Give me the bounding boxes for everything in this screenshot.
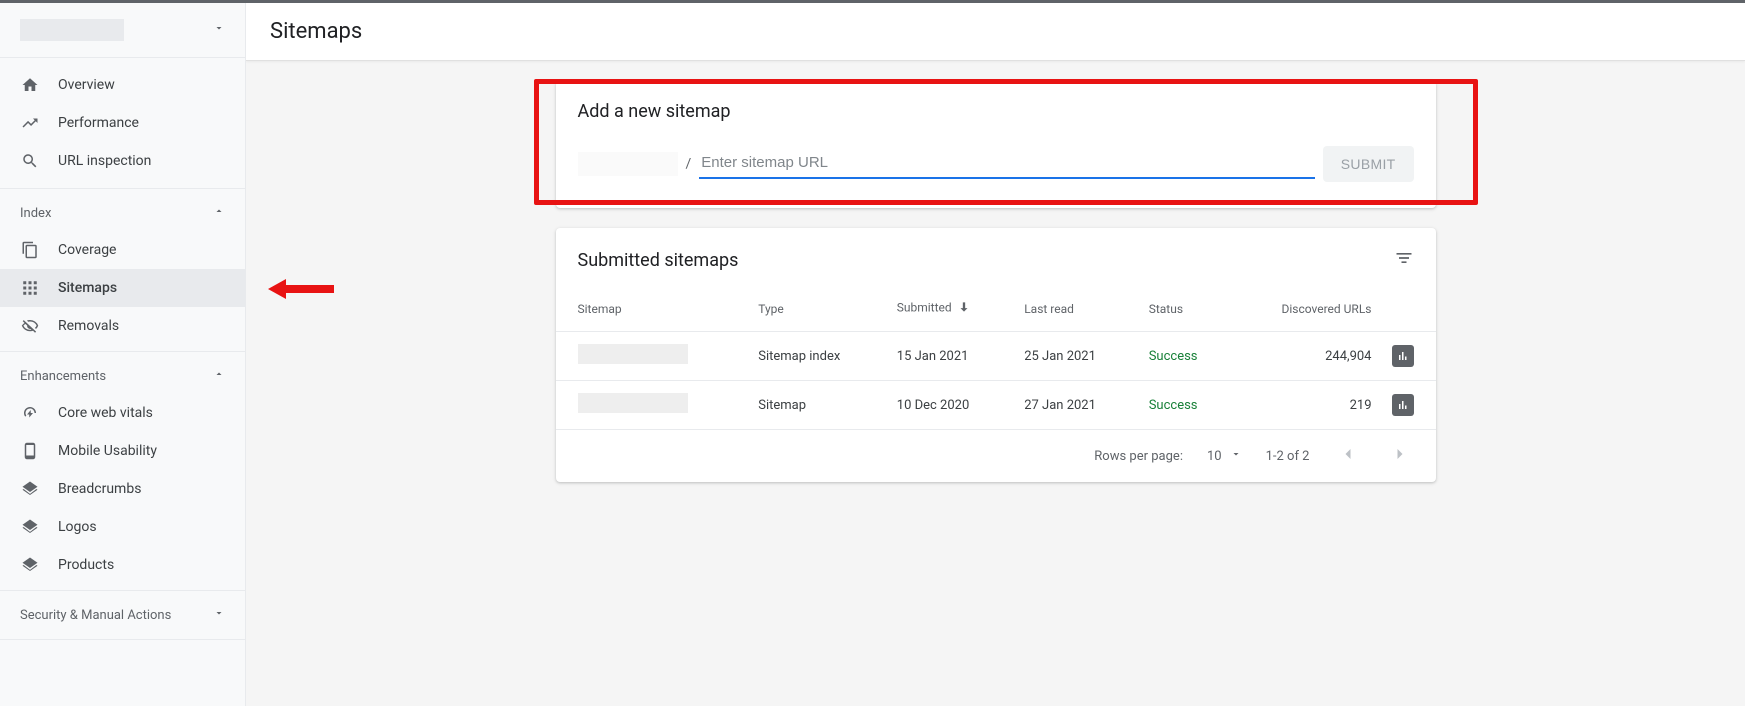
nav-sitemaps[interactable]: Sitemaps xyxy=(0,269,245,307)
domain-prefix-redacted xyxy=(578,152,678,176)
nav-core-web-vitals[interactable]: Core web vitals xyxy=(0,394,245,432)
home-icon xyxy=(20,75,40,95)
mobile-icon xyxy=(20,441,40,461)
nav-mobile-usability[interactable]: Mobile Usability xyxy=(0,432,245,470)
cell-status: Success xyxy=(1139,381,1232,430)
nav-label: Logos xyxy=(58,519,97,535)
cell-type: Sitemap index xyxy=(748,332,887,381)
col-sitemap[interactable]: Sitemap xyxy=(556,286,749,332)
submitted-title: Submitted sitemaps xyxy=(578,250,739,271)
pagination-range: 1-2 of 2 xyxy=(1266,449,1310,464)
next-page-button[interactable] xyxy=(1386,440,1414,472)
rows-per-page-value: 10 xyxy=(1207,449,1222,464)
cell-submitted: 15 Jan 2021 xyxy=(887,332,1014,381)
visibility-off-icon xyxy=(20,316,40,336)
chart-icon[interactable] xyxy=(1392,345,1414,367)
chevron-down-icon xyxy=(213,22,225,38)
col-submitted-label: Submitted xyxy=(897,301,952,315)
sidebar: Overview Performance URL inspection Inde… xyxy=(0,3,246,706)
page-title: Sitemaps xyxy=(270,19,1721,44)
path-separator: / xyxy=(686,156,692,172)
nav-label: Overview xyxy=(58,77,115,93)
cell-last-read: 27 Jan 2021 xyxy=(1014,381,1139,430)
col-type[interactable]: Type xyxy=(748,286,887,332)
cell-discovered: 219 xyxy=(1232,381,1381,430)
nav-label: Breadcrumbs xyxy=(58,481,141,497)
layers-icon xyxy=(20,479,40,499)
nav-removals[interactable]: Removals xyxy=(0,307,245,345)
cell-discovered: 244,904 xyxy=(1232,332,1381,381)
annotation-arrow xyxy=(268,279,334,303)
table-row[interactable]: Sitemap 10 Dec 2020 27 Jan 2021 Success … xyxy=(556,381,1436,430)
nav-products[interactable]: Products xyxy=(0,546,245,584)
rows-per-page-label: Rows per page: xyxy=(1094,449,1183,464)
copy-icon xyxy=(20,240,40,260)
layers-icon xyxy=(20,555,40,575)
layers-icon xyxy=(20,517,40,537)
cell-type: Sitemap xyxy=(748,381,887,430)
property-selector[interactable] xyxy=(0,3,245,58)
cell-submitted: 10 Dec 2020 xyxy=(887,381,1014,430)
nav-coverage[interactable]: Coverage xyxy=(0,231,245,269)
search-icon xyxy=(20,151,40,171)
chevron-down-icon xyxy=(1230,448,1242,464)
col-submitted[interactable]: Submitted xyxy=(887,286,1014,332)
sitemap-name-redacted xyxy=(578,393,688,413)
rows-per-page-select[interactable]: 10 xyxy=(1207,448,1242,464)
page-header: Sitemaps xyxy=(246,3,1745,61)
nav-label: Sitemaps xyxy=(58,280,117,296)
add-sitemap-title: Add a new sitemap xyxy=(578,101,1414,122)
prev-page-button[interactable] xyxy=(1334,440,1362,472)
nav-label: Core web vitals xyxy=(58,405,153,421)
chevron-up-icon xyxy=(213,205,225,221)
nav-label: Coverage xyxy=(58,242,116,258)
cell-last-read: 25 Jan 2021 xyxy=(1014,332,1139,381)
section-title: Enhancements xyxy=(20,369,106,384)
col-last-read[interactable]: Last read xyxy=(1014,286,1139,332)
sitemap-icon xyxy=(20,278,40,298)
chart-icon[interactable] xyxy=(1392,394,1414,416)
submit-button[interactable]: SUBMIT xyxy=(1323,146,1414,182)
nav-label: Mobile Usability xyxy=(58,443,157,459)
sitemap-name-redacted xyxy=(578,344,688,364)
nav-breadcrumbs[interactable]: Breadcrumbs xyxy=(0,470,245,508)
property-name-redacted xyxy=(20,19,124,41)
sitemaps-table: Sitemap Type Submitted Last read Status … xyxy=(556,286,1436,430)
submitted-sitemaps-card: Submitted sitemaps Sitemap Type Submitte… xyxy=(556,228,1436,482)
section-index-header[interactable]: Index xyxy=(0,195,245,231)
col-discovered[interactable]: Discovered URLs xyxy=(1232,286,1381,332)
add-sitemap-card: Add a new sitemap / SUBMIT xyxy=(556,81,1436,208)
section-security-header[interactable]: Security & Manual Actions xyxy=(0,597,245,633)
nav-overview[interactable]: Overview xyxy=(0,66,245,104)
section-enhancements-header[interactable]: Enhancements xyxy=(0,358,245,394)
chevron-up-icon xyxy=(213,368,225,384)
chevron-down-icon xyxy=(213,607,225,623)
nav-logos[interactable]: Logos xyxy=(0,508,245,546)
nav-label: URL inspection xyxy=(58,153,151,169)
nav-performance[interactable]: Performance xyxy=(0,104,245,142)
sort-desc-icon xyxy=(957,303,971,317)
filter-icon[interactable] xyxy=(1394,248,1414,272)
nav-label: Performance xyxy=(58,115,139,131)
main: Sitemaps Add a new sitemap / SUBMIT xyxy=(246,3,1745,706)
table-footer: Rows per page: 10 1-2 of 2 xyxy=(556,430,1436,482)
nav-label: Removals xyxy=(58,318,119,334)
speed-icon xyxy=(20,403,40,423)
trend-icon xyxy=(20,113,40,133)
section-title: Index xyxy=(20,206,51,221)
sitemap-url-input[interactable] xyxy=(699,150,1315,179)
section-title: Security & Manual Actions xyxy=(20,608,171,623)
nav-label: Products xyxy=(58,557,114,573)
nav-url-inspection[interactable]: URL inspection xyxy=(0,142,245,180)
table-row[interactable]: Sitemap index 15 Jan 2021 25 Jan 2021 Su… xyxy=(556,332,1436,381)
col-status[interactable]: Status xyxy=(1139,286,1232,332)
cell-status: Success xyxy=(1139,332,1232,381)
